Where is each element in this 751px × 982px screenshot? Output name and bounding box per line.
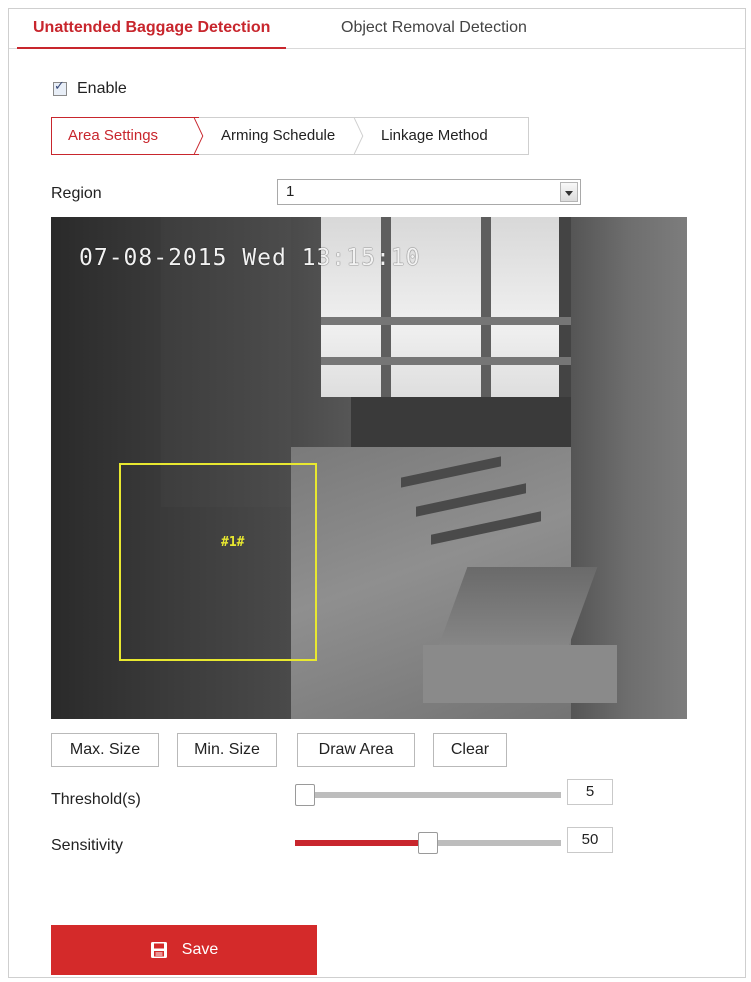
draw-area-button[interactable]: Draw Area xyxy=(297,733,415,767)
tab-area-settings[interactable]: Area Settings xyxy=(51,117,204,155)
min-size-button[interactable]: Min. Size xyxy=(177,733,277,767)
privacy-mask xyxy=(423,645,617,703)
clear-button[interactable]: Clear xyxy=(433,733,507,767)
live-video-view[interactable]: 07-08-2015 Wed 13:15:10 #1# xyxy=(51,217,687,719)
settings-sub-tabs: Area Settings Arming Schedule Linkage Me… xyxy=(51,117,529,155)
dropdown-arrow-icon[interactable] xyxy=(560,182,578,202)
tab-arming-schedule[interactable]: Arming Schedule xyxy=(199,118,364,154)
threshold-label: Threshold(s) xyxy=(51,791,141,808)
enable-label: Enable xyxy=(77,80,127,97)
sensitivity-slider[interactable] xyxy=(295,832,561,854)
video-scene-window-frame xyxy=(321,357,571,365)
floppy-disk-icon xyxy=(150,942,167,958)
region-label: Region xyxy=(51,185,102,202)
video-timestamp: 07-08-2015 Wed 13:15:10 xyxy=(79,245,421,271)
sensitivity-slider-fill xyxy=(295,840,428,846)
region-select[interactable]: 1 xyxy=(277,179,581,205)
video-scene-window-frame xyxy=(321,317,571,325)
detection-area-1[interactable]: #1# xyxy=(119,463,317,661)
region-select-value: 1 xyxy=(286,183,295,200)
video-scene-window-frame xyxy=(481,217,491,397)
tab-unattended-baggage[interactable]: Unattended Baggage Detection xyxy=(17,9,287,49)
max-size-button[interactable]: Max. Size xyxy=(51,733,159,767)
tab-linkage-method-label: Linkage Method xyxy=(381,127,488,144)
detection-tabs: Unattended Baggage Detection Object Remo… xyxy=(9,9,745,49)
tab-area-settings-label: Area Settings xyxy=(68,127,159,144)
sensitivity-slider-handle[interactable] xyxy=(418,832,438,854)
threshold-slider-handle[interactable] xyxy=(295,784,315,806)
checkmark-icon: ✓ xyxy=(54,79,65,94)
save-button[interactable]: Save xyxy=(51,925,317,975)
enable-row: ✓ Enable xyxy=(53,79,127,99)
tab-arming-schedule-label: Arming Schedule xyxy=(221,127,336,144)
save-button-label: Save xyxy=(181,941,219,958)
enable-checkbox[interactable]: ✓ xyxy=(53,79,67,96)
tab-object-removal[interactable]: Object Removal Detection xyxy=(325,9,543,49)
sensitivity-label: Sensitivity xyxy=(51,837,124,854)
tab-linkage-method[interactable]: Linkage Method xyxy=(359,118,519,154)
sensitivity-value[interactable]: 50 xyxy=(567,827,613,853)
threshold-slider[interactable] xyxy=(295,784,561,806)
detection-area-label: #1# xyxy=(221,535,245,550)
video-scene-window xyxy=(321,217,571,397)
threshold-value[interactable]: 5 xyxy=(567,779,613,805)
settings-panel: Unattended Baggage Detection Object Remo… xyxy=(8,8,746,978)
video-scene-right-wall xyxy=(571,217,687,719)
video-scene-window-frame xyxy=(381,217,391,397)
